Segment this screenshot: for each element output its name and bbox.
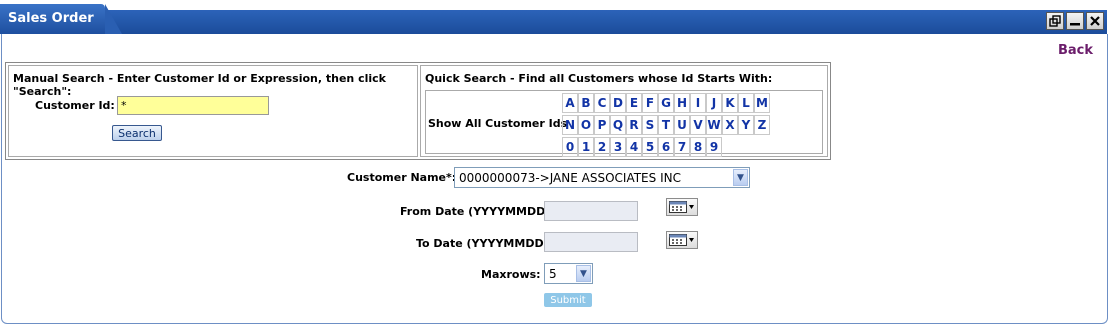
close-icon[interactable]	[1086, 12, 1104, 30]
letter-link-c[interactable]: C	[594, 93, 610, 113]
chevron-down-icon[interactable]: ▼	[733, 169, 748, 186]
letter-link-8[interactable]: 8	[690, 137, 706, 157]
letter-row: 0123456789	[562, 137, 722, 157]
from-date-input[interactable]	[544, 201, 638, 221]
letter-link-g[interactable]: G	[658, 93, 674, 113]
calendar-icon	[669, 201, 694, 213]
to-date-input[interactable]	[544, 232, 638, 252]
calendar-icon	[669, 234, 694, 246]
letter-link-m[interactable]: M	[754, 93, 770, 113]
from-date-calendar-button[interactable]	[666, 198, 698, 216]
letter-link-z[interactable]: Z	[754, 115, 770, 135]
customer-id-input[interactable]	[117, 96, 269, 115]
customer-name-label: Customer Name*:	[347, 171, 457, 184]
letter-link-q[interactable]: Q	[610, 115, 626, 135]
letter-link-p[interactable]: P	[594, 115, 610, 135]
maxrows-select[interactable]: 5 ▼	[544, 263, 593, 284]
window-controls	[1046, 12, 1104, 30]
chevron-down-icon[interactable]: ▼	[576, 265, 591, 282]
letter-link-r[interactable]: R	[626, 115, 642, 135]
letter-link-k[interactable]: K	[722, 93, 738, 113]
title-bar: Sales Order	[0, 0, 1112, 34]
maxrows-label: Maxrows:	[481, 268, 541, 281]
back-link[interactable]: Back	[1058, 43, 1093, 58]
letter-link-o[interactable]: O	[578, 115, 594, 135]
customer-id-label: Customer Id:	[35, 99, 115, 112]
letter-link-5[interactable]: 5	[642, 137, 658, 157]
restore-icon[interactable]	[1046, 12, 1064, 30]
submit-button[interactable]: Submit	[544, 293, 592, 307]
letter-link-u[interactable]: U	[674, 115, 690, 135]
letter-link-l[interactable]: L	[738, 93, 754, 113]
letter-link-9[interactable]: 9	[706, 137, 722, 157]
manual-search-heading: Manual Search - Enter Customer Id or Exp…	[13, 72, 386, 98]
letter-link-t[interactable]: T	[658, 115, 674, 135]
manual-search-panel: Manual Search - Enter Customer Id or Exp…	[8, 65, 418, 157]
letter-link-e[interactable]: E	[626, 93, 642, 113]
letter-link-h[interactable]: H	[674, 93, 690, 113]
letter-link-d[interactable]: D	[610, 93, 626, 113]
letter-link-3[interactable]: 3	[610, 137, 626, 157]
letter-link-6[interactable]: 6	[658, 137, 674, 157]
show-all-customers-link[interactable]: Show All Customer Ids	[428, 117, 567, 130]
letter-link-i[interactable]: I	[690, 93, 706, 113]
search-panel: Manual Search - Enter Customer Id or Exp…	[5, 62, 831, 160]
letter-link-n[interactable]: N	[562, 115, 578, 135]
customer-name-select[interactable]: 0000000073->JANE ASSOCIATES INC ▼	[454, 167, 750, 188]
window-title: Sales Order	[8, 11, 94, 26]
from-date-label: From Date (YYYYMMDD):	[400, 205, 555, 218]
to-date-calendar-button[interactable]	[666, 231, 698, 249]
search-button[interactable]: Search	[112, 125, 162, 141]
title-tab: Sales Order	[0, 4, 122, 34]
letter-link-j[interactable]: J	[706, 93, 722, 113]
letter-link-f[interactable]: F	[642, 93, 658, 113]
letter-link-s[interactable]: S	[642, 115, 658, 135]
maxrows-value: 5	[549, 266, 557, 281]
letter-link-0[interactable]: 0	[562, 137, 578, 157]
quick-search-panel: Quick Search - Find all Customers whose …	[420, 65, 828, 157]
customer-name-value: 0000000073->JANE ASSOCIATES INC	[459, 170, 681, 185]
letter-row: NOPQRSTUVWXYZ	[562, 115, 770, 135]
letter-link-x[interactable]: X	[722, 115, 738, 135]
letter-link-a[interactable]: A	[562, 93, 578, 113]
letter-link-y[interactable]: Y	[738, 115, 754, 135]
to-date-label: To Date (YYYYMMDD):	[416, 237, 554, 250]
quick-search-heading: Quick Search - Find all Customers whose …	[425, 72, 773, 85]
letter-link-b[interactable]: B	[578, 93, 594, 113]
letter-link-1[interactable]: 1	[578, 137, 594, 157]
letter-link-7[interactable]: 7	[674, 137, 690, 157]
letter-link-4[interactable]: 4	[626, 137, 642, 157]
letter-link-2[interactable]: 2	[594, 137, 610, 157]
letter-index: Show All Customer Ids ABCDEFGHIJKLMNOPQR…	[425, 90, 823, 157]
letter-row: ABCDEFGHIJKLM	[562, 93, 770, 113]
title-strip	[105, 10, 1107, 34]
minimize-icon[interactable]	[1066, 12, 1084, 30]
letter-link-v[interactable]: V	[690, 115, 706, 135]
letter-link-w[interactable]: W	[706, 115, 722, 135]
